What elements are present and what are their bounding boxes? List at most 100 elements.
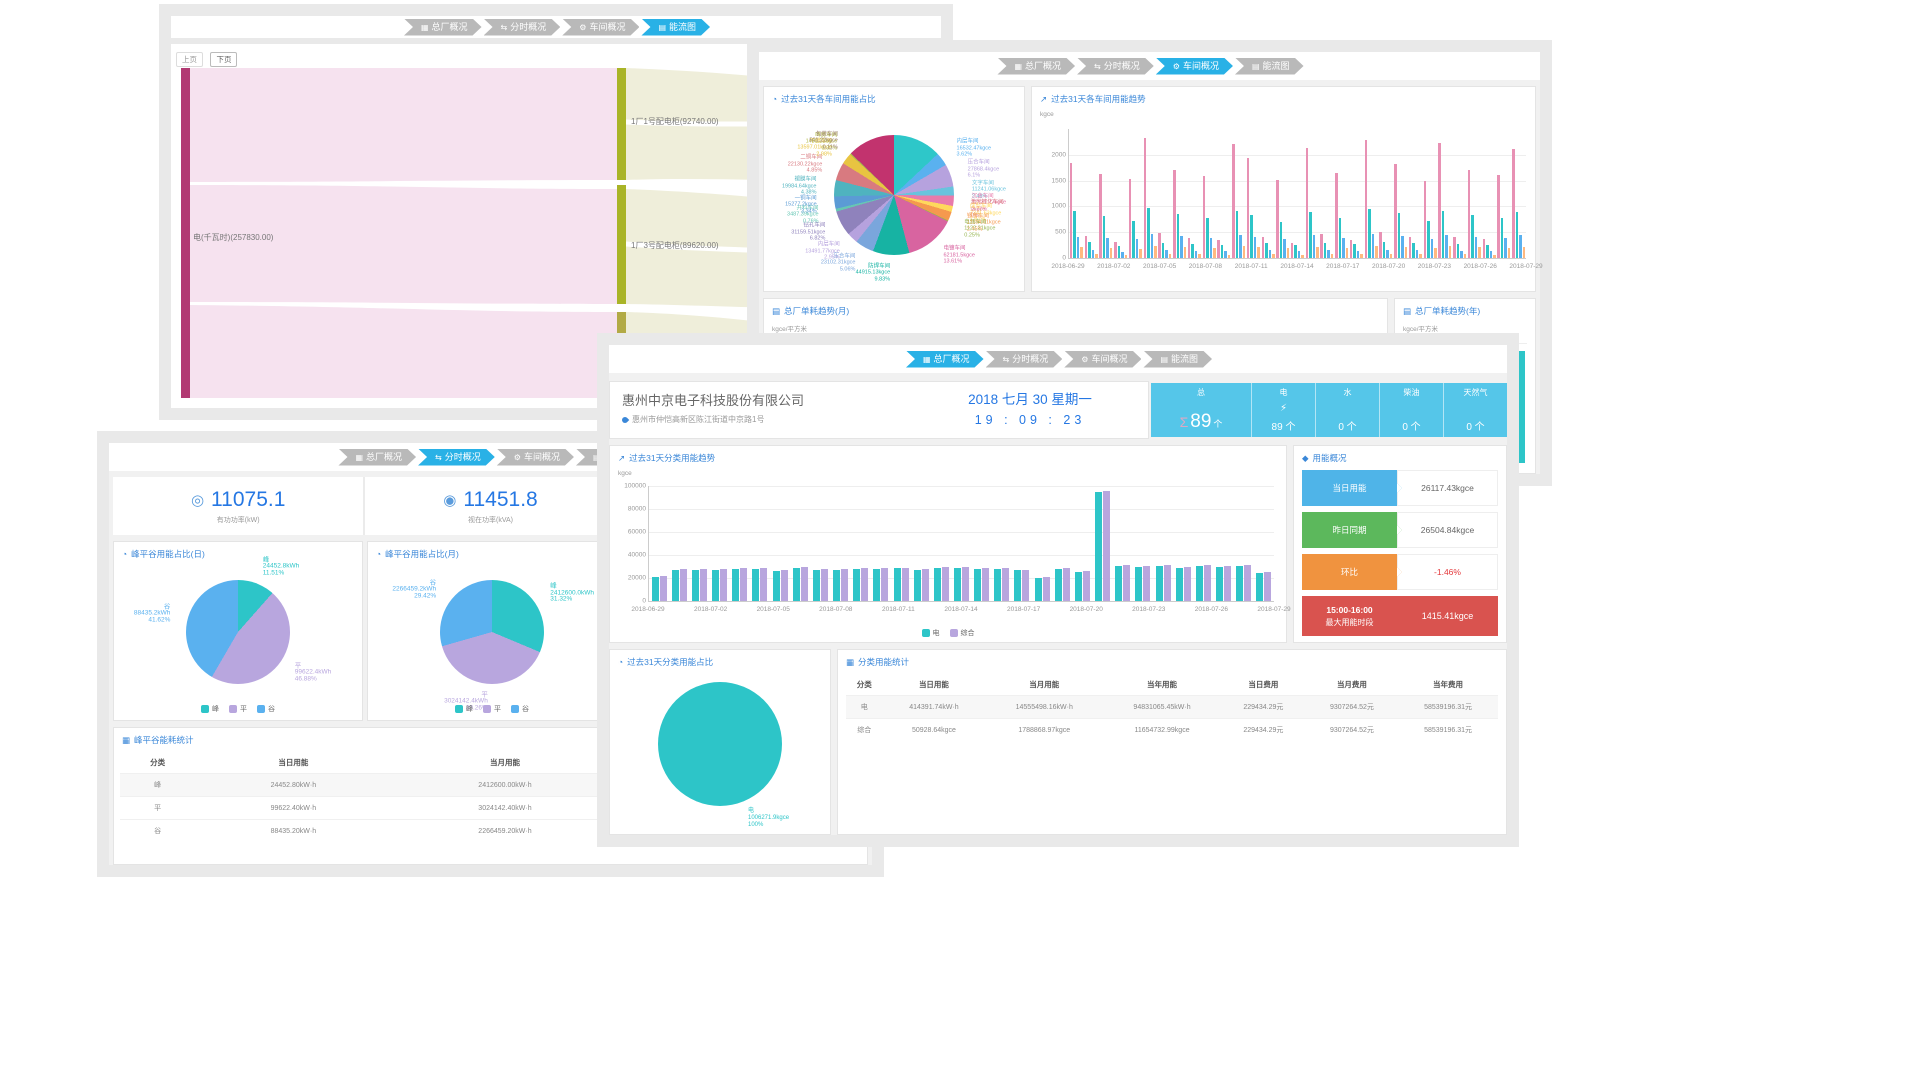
table-cell: 11654732.99kgce: [1103, 719, 1221, 742]
pie-slice-label: 电测车间1122.21kgce0.25%: [964, 219, 995, 239]
column-header: 分类: [846, 674, 883, 696]
bar-压合车间: [1228, 255, 1231, 258]
bar-防焊车间: [1118, 246, 1121, 258]
bar-电镀车间: [1468, 170, 1471, 258]
overview-row-label: 当日用能: [1302, 470, 1397, 506]
bar-压合车间: [1184, 247, 1187, 258]
bar-防焊车间: [1324, 243, 1327, 258]
y-axis-unit: kgce/平方米: [1395, 323, 1535, 333]
bar-电: [934, 568, 941, 601]
tab-energy-flow[interactable]: ▤能流图: [641, 19, 710, 36]
column-header: 当日费用: [1221, 674, 1306, 696]
tab-energy-flow[interactable]: ▤能流图: [1235, 58, 1304, 75]
info-strip: 惠州中京电子科技股份有限公司 惠州市仲恺高新区陈江街道中京路1号 2018 七月…: [609, 381, 1507, 439]
table-cell: 50928.64kgce: [883, 719, 986, 742]
bar-钻孔车间: [1313, 235, 1316, 258]
bar-电: [974, 569, 981, 601]
tab-time-overview[interactable]: ⇆分时概况: [418, 449, 495, 466]
tab-time-overview[interactable]: ⇆分时概况: [986, 351, 1063, 368]
legend-swatch: [455, 705, 463, 713]
max-period-value: 1415.41kgce: [1397, 611, 1498, 621]
tab-time-overview[interactable]: ⇆分时概况: [1077, 58, 1154, 75]
bar-电镀车间: [1320, 234, 1323, 258]
sankey-target-node-1: [617, 68, 626, 180]
prev-page-button[interactable]: 上页: [176, 52, 203, 67]
tab-plant-overview[interactable]: ▦总厂概况: [997, 58, 1075, 75]
x-tick-label: 2018-06-29: [631, 606, 664, 613]
current-time: 19 : 09 : 23: [920, 413, 1140, 427]
legend-item-峰[interactable]: 峰: [201, 704, 219, 714]
bar-综合: [781, 570, 788, 601]
category-pie-card: ◔过去31天分类用能占比 电 1006271.9kgce 100%: [609, 649, 831, 835]
tab-workshop-overview[interactable]: ⚙车间概况: [562, 19, 639, 36]
card-title: 总厂单耗趋势(年): [1415, 305, 1480, 317]
bar-压合车间: [1493, 255, 1496, 258]
table-cell: 99622.40kW·h: [195, 797, 391, 820]
bar-压合车间: [1080, 247, 1083, 258]
bar-钻孔车间: [1269, 250, 1272, 258]
bar-group: [1364, 140, 1379, 258]
table-cell: 58539196.31元: [1398, 719, 1498, 742]
x-tick-label: 2018-06-29: [1051, 263, 1084, 270]
bar-防焊车间: [1280, 222, 1283, 258]
bar-综合: [1083, 571, 1090, 601]
tab-label: 车间概况: [589, 19, 625, 36]
bar-group: [790, 567, 810, 601]
bar-钻孔车间: [1239, 235, 1242, 258]
bar-压合车间: [1331, 254, 1334, 258]
x-tick-label: 2018-07-23: [1132, 606, 1165, 613]
tab-energy-flow[interactable]: ▤能流图: [1143, 351, 1212, 368]
bar-chart-icon: ▤: [1403, 306, 1411, 317]
bar-防焊车间: [1471, 215, 1474, 258]
chart-legend: 电综合: [610, 628, 1286, 638]
bar-钻孔车间: [1283, 239, 1286, 258]
bar-group: [1153, 565, 1173, 601]
pie-legend: 峰平谷: [368, 704, 616, 714]
legend-item-峰[interactable]: 峰: [455, 704, 473, 714]
location-pin-icon: [621, 415, 629, 423]
next-page-button[interactable]: 下页: [210, 52, 237, 67]
legend-item-综合[interactable]: 综合: [950, 628, 975, 638]
meter-label: 天然气: [1464, 387, 1488, 398]
bar-电: [894, 568, 901, 601]
bar-综合: [660, 576, 667, 601]
people-icon: ◉: [443, 491, 456, 509]
tab-plant-overview[interactable]: ▦总厂概况: [404, 19, 482, 36]
bar-电: [1014, 570, 1021, 601]
bar-压合车间: [1346, 248, 1349, 258]
bar-压合车间: [1464, 254, 1467, 258]
tab-workshop-overview[interactable]: ⚙车间概况: [1064, 351, 1141, 368]
bar-group: [1069, 163, 1084, 258]
legend-item-谷[interactable]: 谷: [511, 704, 529, 714]
line-chart-icon: ↗: [1040, 94, 1047, 105]
legend-item-电[interactable]: 电: [922, 628, 940, 638]
tab-workshop-overview[interactable]: ⚙车间概况: [497, 449, 574, 466]
bar-防焊车间: [1398, 213, 1401, 258]
bar-电: [1115, 566, 1122, 601]
bar-电镀车间: [1306, 148, 1309, 258]
tab-time-overview[interactable]: ⇆分时概况: [484, 19, 561, 36]
y-tick-label: 0: [642, 598, 646, 605]
bar-防焊车间: [1457, 244, 1460, 258]
legend-item-谷[interactable]: 谷: [257, 704, 275, 714]
bar-防焊车间: [1427, 221, 1430, 258]
table-cell: 3024142.40kW·h: [391, 797, 618, 820]
tab-workshop-overview[interactable]: ⚙车间概况: [1156, 58, 1233, 75]
tab-plant-overview[interactable]: ▦总厂概况: [906, 351, 984, 368]
bar-电: [752, 569, 759, 601]
legend-item-平[interactable]: 平: [483, 704, 501, 714]
bar-电镀车间: [1158, 233, 1161, 258]
bar-防焊车间: [1501, 218, 1504, 258]
x-tick-label: 2018-07-20: [1372, 263, 1405, 270]
bar-group: [1093, 491, 1113, 601]
tab-label: 车间概况: [524, 449, 560, 466]
bar-钻孔车间: [1224, 251, 1227, 258]
bar-chart-icon: ▤: [772, 306, 780, 317]
bar-group: [1143, 138, 1158, 258]
bar-电: [1095, 492, 1102, 601]
bar-防焊车间: [1221, 245, 1224, 258]
tab-plant-overview[interactable]: ▦总厂概况: [338, 449, 416, 466]
bar-group: [1261, 237, 1276, 258]
tab-label: 分时概况: [1012, 351, 1048, 368]
legend-item-平[interactable]: 平: [229, 704, 247, 714]
